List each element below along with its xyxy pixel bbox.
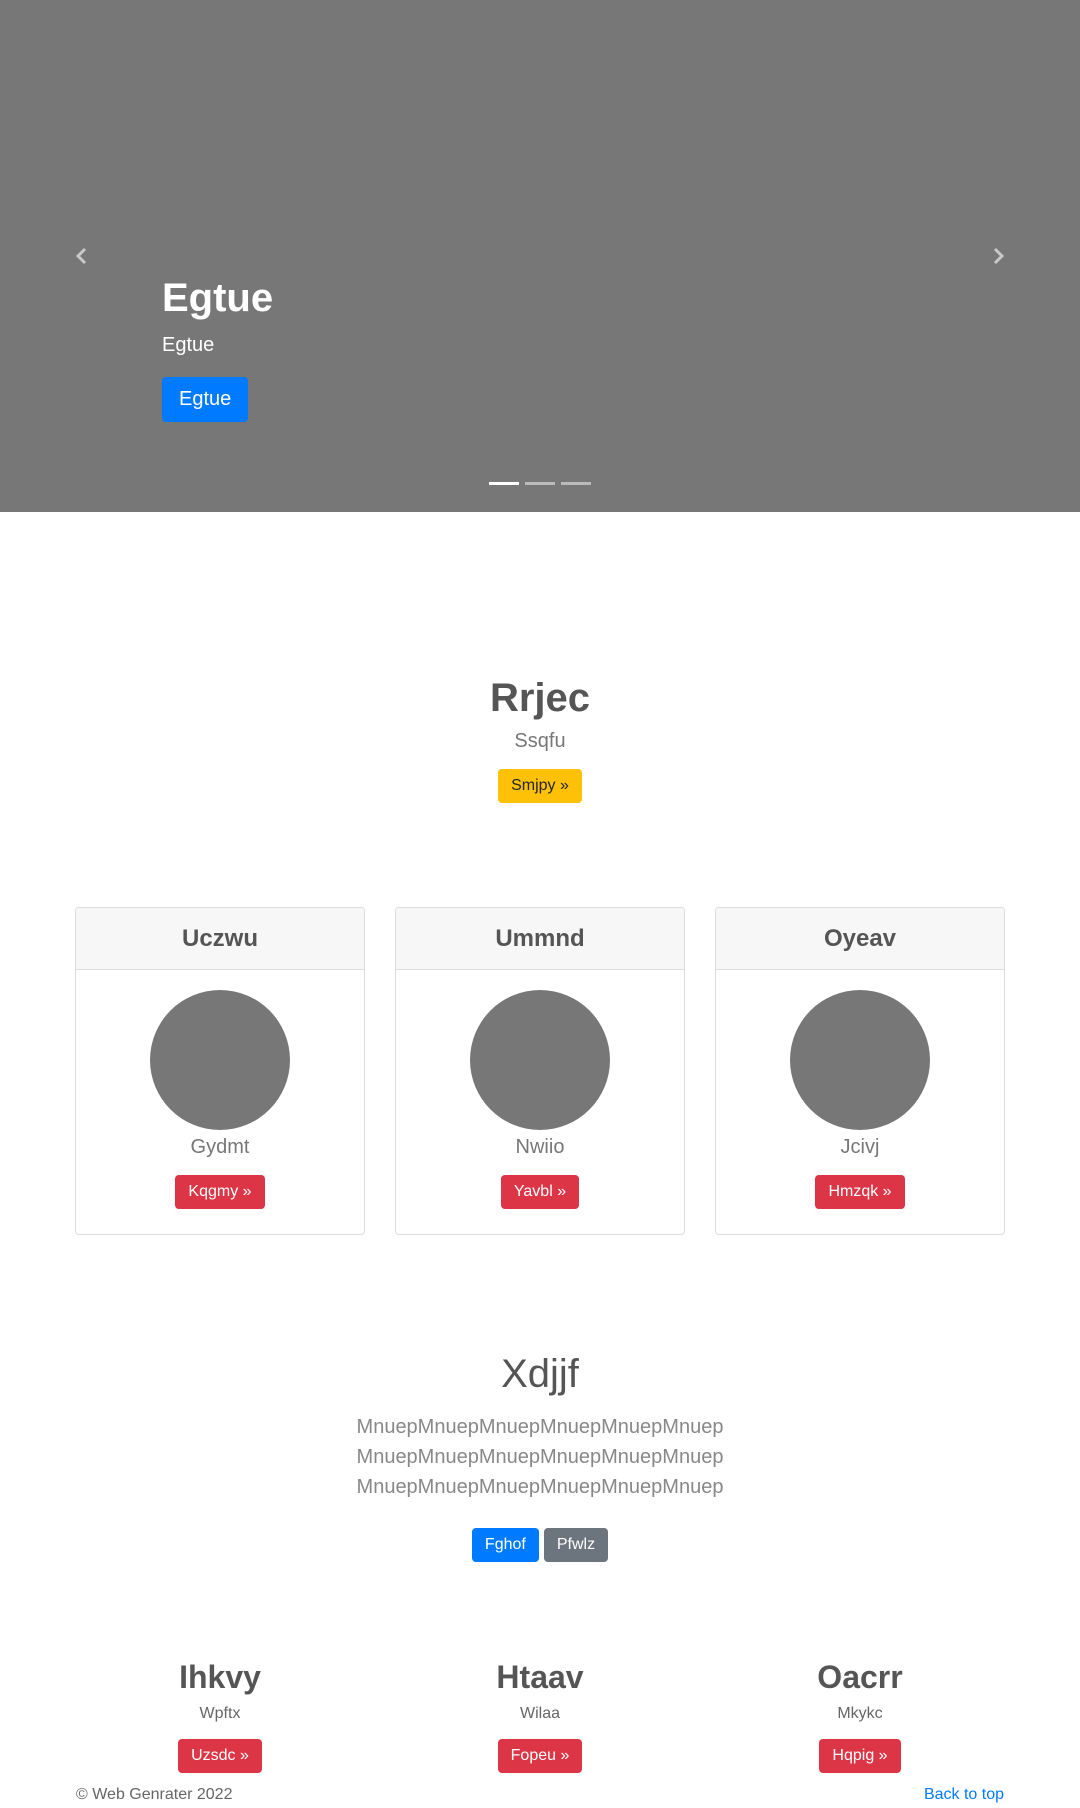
card-image (470, 990, 610, 1130)
carousel-prev-button[interactable] (66, 240, 98, 272)
carousel-indicator-3[interactable] (561, 482, 591, 485)
column-button[interactable]: Fopeu » (497, 1739, 583, 1773)
feature-secondary-button[interactable]: Pfwlz (543, 1528, 609, 1562)
intro-title: Rrjec (489, 676, 591, 720)
feature-paragraph: MnuepMnuepMnuepMnuepMnuepMnuepMnuepMnuep… (356, 1416, 724, 1498)
feature-section: Xdjjf MnuepMnuepMnuepMnuepMnuepMnuepMnue… (0, 1348, 1080, 1562)
footer-copyright: © Web Genrater 2022 (76, 1786, 233, 1803)
column-title: Ihkvy (179, 1659, 261, 1695)
carousel-button[interactable]: Egtue (162, 377, 249, 422)
card-1: Uczwu Gydmt Kqgmy » (75, 907, 365, 1235)
carousel-indicator-2[interactable] (525, 482, 555, 485)
card-title: Ummnd (396, 908, 684, 970)
card-text: Nwiio (515, 1136, 565, 1158)
intro-section: Rrjec Ssqfu Smjpy » (0, 670, 1080, 803)
feature-primary-button[interactable]: Fghof (471, 1528, 539, 1562)
chevron-right-icon (993, 247, 1005, 265)
hero-carousel: Egtue Egtue Egtue (0, 0, 1080, 512)
card-2: Ummnd Nwiio Yavbl » (395, 907, 685, 1235)
carousel-title: Egtue (162, 276, 274, 320)
card-button[interactable]: Hmzqk » (815, 1175, 905, 1209)
feature-title: Xdjjf (501, 1352, 579, 1396)
column-subtitle: Wpftx (199, 1705, 241, 1722)
intro-subtitle: Ssqfu (514, 730, 566, 752)
card-image (790, 990, 930, 1130)
card-button[interactable]: Kqgmy » (175, 1175, 265, 1209)
carousel-indicator-1[interactable] (489, 482, 519, 485)
card-button[interactable]: Yavbl » (500, 1175, 580, 1209)
back-to-top-link[interactable]: Back to top (924, 1786, 1004, 1804)
column-3: Oacrr Mkykc Hqpig » (760, 1655, 960, 1773)
carousel-indicators (489, 482, 591, 485)
column-button[interactable]: Hqpig » (819, 1739, 901, 1773)
card-image (150, 990, 290, 1130)
card-title: Oyeav (716, 908, 1004, 970)
card-3: Oyeav Jcivj Hmzqk » (715, 907, 1005, 1235)
column-subtitle: Wilaa (519, 1705, 560, 1722)
carousel-caption: Egtue Egtue Egtue (162, 272, 273, 422)
card-title: Uczwu (76, 908, 364, 970)
column-title: Htaav (496, 1659, 584, 1695)
carousel-next-button[interactable] (982, 240, 1014, 272)
carousel-subtitle: Egtue (162, 334, 215, 356)
intro-button[interactable]: Smjpy » (498, 769, 582, 803)
chevron-left-icon (75, 247, 87, 265)
card-text: Gydmt (190, 1136, 250, 1158)
column-button[interactable]: Uzsdc » (178, 1739, 262, 1773)
column-subtitle: Mkykc (837, 1705, 883, 1722)
column-title: Oacrr (817, 1659, 903, 1695)
column-1: Ihkvy Wpftx Uzsdc » (120, 1655, 320, 1773)
card-text: Jcivj (840, 1136, 880, 1158)
column-2: Htaav Wilaa Fopeu » (440, 1655, 640, 1773)
